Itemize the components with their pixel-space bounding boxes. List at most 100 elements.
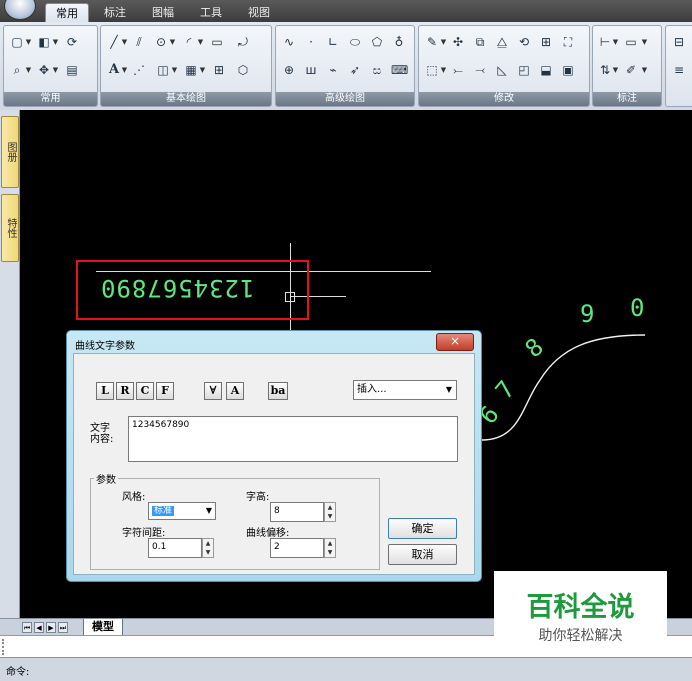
mirror-icon[interactable]: ⧋ [494, 34, 510, 50]
angle-icon[interactable]: ∟ [325, 34, 341, 50]
flip-upright-button[interactable]: A [226, 382, 244, 400]
chevron-down-icon[interactable]: ▼ [440, 62, 447, 78]
keyboard-icon[interactable]: ⌨ [391, 62, 408, 78]
symbol-icon[interactable]: ♁ [391, 34, 407, 50]
tab-sheet[interactable]: 图幅 [144, 3, 182, 22]
offset-input[interactable]: 2 [270, 538, 324, 558]
array-icon[interactable]: ⊞ [538, 34, 554, 50]
tab-annotate[interactable]: 标注 [96, 3, 134, 22]
polyline-icon[interactable]: ⤾ [235, 34, 251, 50]
ok-button[interactable]: 确定 [388, 518, 457, 539]
erase-icon[interactable]: ✎ [424, 34, 440, 50]
menu-icon[interactable]: ≡ [671, 62, 687, 78]
grid-icon[interactable]: ⊞ [211, 62, 227, 78]
point-icon[interactable]: · [303, 34, 319, 50]
centerline-icon[interactable]: ⊕ [281, 62, 297, 78]
scale-icon[interactable]: ⛶ [560, 34, 576, 50]
hatch-icon[interactable]: ◫ [155, 62, 171, 78]
tab-tools[interactable]: 工具 [192, 3, 230, 22]
fillet-icon[interactable]: ◰ [516, 62, 532, 78]
flip-vertical-button[interactable]: ∀ [204, 382, 222, 400]
cancel-button[interactable]: 取消 [388, 544, 457, 565]
next-layout-icon[interactable]: ▶ [46, 622, 56, 633]
chevron-down-icon[interactable]: ▼ [121, 62, 128, 78]
reverse-text-button[interactable]: ba [268, 382, 288, 400]
chevron-down-icon[interactable]: ▼ [199, 62, 206, 78]
extend-icon[interactable]: ⤙ [472, 62, 488, 78]
move-icon[interactable]: ✣ [450, 34, 466, 50]
close-button[interactable]: × [436, 333, 474, 351]
arc-icon[interactable]: ◜ [181, 34, 197, 50]
chevron-down-icon[interactable]: ▼ [52, 34, 59, 50]
arrow-icon[interactable]: ➶ [347, 62, 363, 78]
chevron-down-icon[interactable]: ▼ [52, 62, 59, 78]
prev-layout-icon[interactable]: ◀ [34, 622, 44, 633]
first-layout-icon[interactable]: ⏮ [22, 622, 32, 633]
chevron-down-icon[interactable]: ▼ [25, 62, 32, 78]
command-line[interactable]: 命令: [0, 657, 692, 681]
align-center-button[interactable]: C [136, 382, 154, 400]
spline-icon[interactable]: ∿ [281, 34, 297, 50]
offset-icon[interactable]: ▣ [560, 62, 576, 78]
text-tool-icon[interactable]: A [106, 62, 122, 78]
wave-icon[interactable]: ꟺ [303, 62, 319, 78]
offset-stepper[interactable]: ▲ ▼ [324, 538, 336, 558]
zoom-icon[interactable]: ⌕ [9, 62, 25, 78]
side-tab-properties[interactable]: 特性 [1, 194, 19, 262]
align-left-button[interactable]: L [96, 382, 114, 400]
app-menu-button[interactable] [4, 0, 36, 20]
style-select[interactable]: 标准 ▼ [148, 502, 216, 520]
dimension-style-icon[interactable]: ▭ [623, 34, 639, 50]
chevron-down-icon[interactable]: ▼ [612, 62, 619, 78]
tab-view[interactable]: 视图 [240, 3, 278, 22]
align-fit-button[interactable]: F [156, 382, 174, 400]
line-icon[interactable]: ╱ [106, 34, 122, 50]
refresh-icon[interactable]: ⟳ [64, 34, 80, 50]
explode-icon[interactable]: ⬓ [538, 62, 554, 78]
parallel-line-icon[interactable]: ⫽ [131, 34, 147, 50]
height-input[interactable]: 8 [270, 502, 324, 522]
grip-handle[interactable] [2, 639, 7, 655]
side-tab-library[interactable]: 图册 [1, 116, 19, 188]
insert-select[interactable]: 插入... ▼ [353, 380, 457, 400]
chevron-down-icon[interactable]: ▼ [612, 34, 619, 50]
chevron-down-icon[interactable]: ▼ [197, 34, 204, 50]
new-file-icon[interactable]: ▢ [9, 34, 25, 50]
content-textarea[interactable]: 1234567890 [128, 416, 458, 462]
circle-icon[interactable]: ⊙ [153, 34, 169, 50]
leader-icon[interactable]: ✐ [623, 62, 639, 78]
polygon-icon[interactable]: ⬠ [369, 34, 385, 50]
stretch-icon[interactable]: ⬚ [424, 62, 440, 78]
chevron-down-icon[interactable]: ▼ [440, 34, 447, 50]
break-line-icon[interactable]: ⌁ [325, 62, 341, 78]
chevron-down-icon[interactable]: ▼ [641, 62, 648, 78]
ellipse-icon[interactable]: ⬭ [347, 34, 363, 50]
block-icon[interactable]: ⊟ [671, 34, 687, 50]
spacing-stepper[interactable]: ▲ ▼ [202, 538, 214, 558]
dimension-icon[interactable]: ⊢ [597, 34, 613, 50]
height-stepper[interactable]: ▲ ▼ [324, 502, 336, 522]
tolerance-icon[interactable]: ⇅ [597, 62, 613, 78]
rectangle-icon[interactable]: ▭ [209, 34, 225, 50]
rotate-icon[interactable]: ⟲ [516, 34, 532, 50]
spacing-input[interactable]: 0.1 [148, 538, 202, 558]
tab-common[interactable]: 常用 [45, 3, 89, 23]
align-right-button[interactable]: R [116, 382, 134, 400]
table-icon[interactable]: ▦ [183, 62, 199, 78]
open-file-icon[interactable]: ◧ [36, 34, 52, 50]
tab-model[interactable]: 模型 [83, 619, 123, 636]
trim-icon[interactable]: ⤚ [450, 62, 466, 78]
curve-text-icon[interactable]: ස [369, 62, 385, 78]
chevron-down-icon[interactable]: ▼ [169, 34, 176, 50]
chamfer-icon[interactable]: ◺ [494, 62, 510, 78]
layer-icon[interactable]: ▤ [64, 62, 80, 78]
pan-icon[interactable]: ✥ [36, 62, 52, 78]
chevron-down-icon[interactable]: ▼ [641, 34, 648, 50]
chevron-down-icon[interactable]: ▼ [25, 34, 32, 50]
chevron-down-icon[interactable]: ▼ [171, 62, 178, 78]
construction-line-icon[interactable]: ⋰ [131, 62, 147, 78]
last-layout-icon[interactable]: ⏭ [58, 622, 68, 633]
chevron-down-icon[interactable]: ▼ [121, 34, 128, 50]
copy-icon[interactable]: ⧉ [472, 34, 488, 50]
region-icon[interactable]: ⬡ [235, 62, 251, 78]
